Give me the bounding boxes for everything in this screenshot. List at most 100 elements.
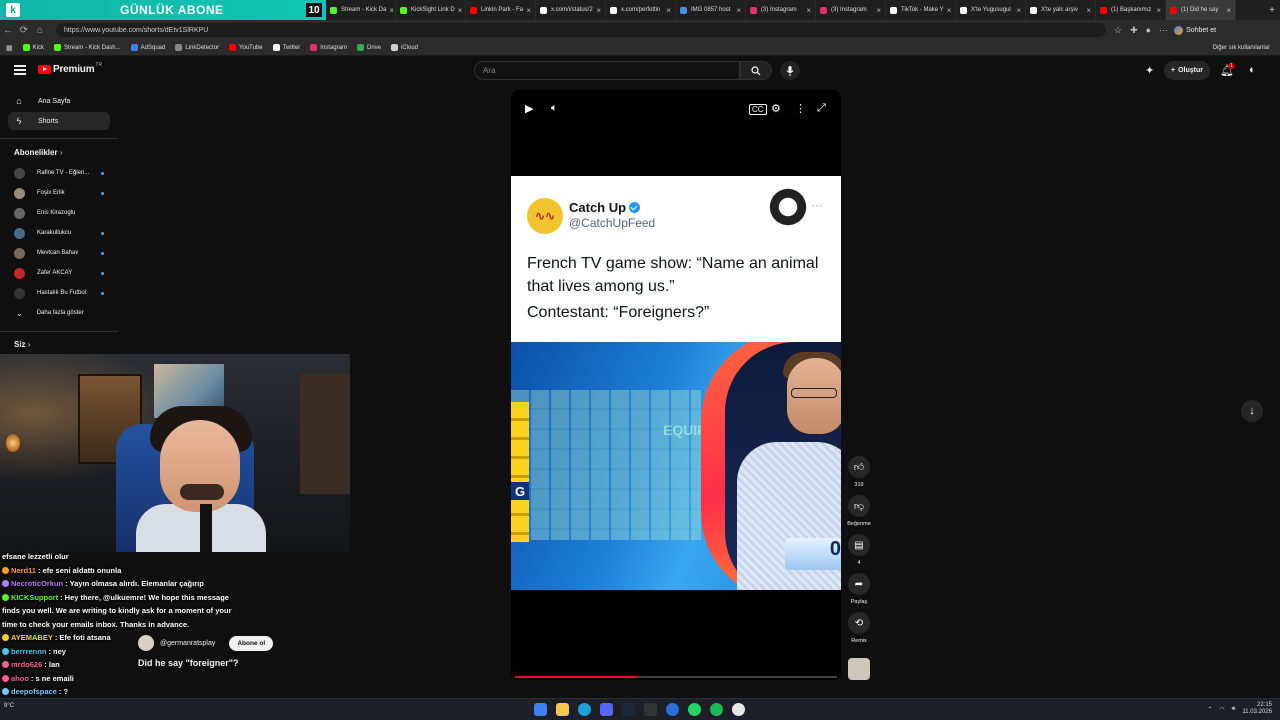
clock[interactable]: 22:15 11.03.2026 bbox=[1242, 702, 1272, 716]
sidebar-subscription[interactable]: Karakullukcu bbox=[8, 224, 110, 242]
create-button[interactable]: + Oluştur bbox=[1164, 61, 1210, 80]
browser-tab[interactable]: IMG 0857 host × bbox=[676, 0, 746, 20]
close-icon[interactable]: × bbox=[663, 6, 671, 15]
browser-tab[interactable]: KickSight Link D × bbox=[396, 0, 466, 20]
menu-icon[interactable] bbox=[14, 65, 26, 75]
show-more-button[interactable]: ⌄ Daha fazla göster bbox=[8, 304, 110, 322]
close-icon[interactable]: × bbox=[386, 6, 394, 15]
new-tab-button[interactable]: + bbox=[1264, 5, 1280, 16]
bookmark-item[interactable]: Kick bbox=[22, 44, 44, 51]
close-icon[interactable]: × bbox=[1083, 6, 1091, 15]
sidebar-subscription[interactable]: Foşix Erlik bbox=[8, 184, 110, 202]
remix-button[interactable]: ⟲ Remix bbox=[846, 612, 872, 644]
shorts-player[interactable]: ▶ 🔈︎ CC ⚙ ⋮ ⤢ ∿∿ Catch Up @CatchUpFeed ·… bbox=[511, 90, 841, 680]
profile-icon[interactable]: ● bbox=[1146, 25, 1151, 35]
chevron-up-icon[interactable]: ⌃ bbox=[1207, 706, 1212, 713]
subscriptions-title[interactable]: Abonelikler › bbox=[14, 148, 62, 157]
edge-icon[interactable] bbox=[578, 703, 591, 716]
start-icon[interactable] bbox=[534, 703, 547, 716]
browser-tab[interactable]: (1) Başkanımız × bbox=[1096, 0, 1166, 20]
close-icon[interactable]: × bbox=[1153, 6, 1161, 15]
short-title[interactable]: Did he say "foreigner"? bbox=[138, 658, 239, 668]
browser-tab[interactable]: x.com/i/status/2 × bbox=[536, 0, 606, 20]
settings-icon[interactable]: ⚙ bbox=[771, 102, 781, 115]
sidebar-item-shorts[interactable]: ϟ Shorts bbox=[8, 112, 110, 130]
extensions-icon[interactable]: ✚ bbox=[1130, 25, 1138, 36]
browser-tab[interactable]: X'te Yugusugul × bbox=[956, 0, 1026, 20]
bookmark-item[interactable]: Instagram bbox=[310, 44, 347, 51]
play-icon[interactable]: ▶ bbox=[525, 102, 533, 115]
dislike-button[interactable]: 👎︎ Beğenme bbox=[846, 495, 872, 527]
bookmark-item[interactable]: LinkDetector bbox=[175, 44, 219, 51]
more-vert-icon[interactable]: ⋮ bbox=[795, 102, 806, 115]
search-input[interactable]: Ara bbox=[474, 61, 740, 80]
close-icon[interactable]: × bbox=[1013, 6, 1021, 15]
reload-icon[interactable]: ⟳ bbox=[16, 25, 32, 36]
close-icon[interactable]: × bbox=[873, 6, 881, 15]
obs-icon[interactable] bbox=[732, 703, 745, 716]
star-icon[interactable]: ☆ bbox=[1114, 25, 1122, 36]
subscribe-button[interactable]: Abone ol bbox=[229, 635, 274, 651]
more-icon[interactable]: ⋯ bbox=[1159, 25, 1168, 36]
bookmark-item[interactable]: iCloud bbox=[391, 44, 418, 51]
home-icon[interactable]: ⌂ bbox=[32, 25, 48, 36]
youtube-logo[interactable]: Premium TR bbox=[38, 62, 102, 75]
bookmark-item[interactable]: YouTube bbox=[229, 44, 263, 51]
sidebar-subscription[interactable]: Enis Kirazoglu bbox=[8, 204, 110, 222]
arrow-down-icon[interactable]: ↓ bbox=[1241, 400, 1263, 422]
wifi-icon[interactable]: ◠ bbox=[1219, 706, 1224, 713]
close-icon[interactable]: × bbox=[523, 6, 531, 15]
bookmark-item[interactable]: AdSquad bbox=[130, 44, 165, 51]
sidebar-item-home[interactable]: ⌂ Ana Sayfa bbox=[8, 92, 110, 110]
browser-tab[interactable]: x.com/perfettin × bbox=[606, 0, 676, 20]
close-icon[interactable]: × bbox=[733, 6, 741, 15]
account-avatar[interactable]: ◐ bbox=[1249, 64, 1256, 76]
browser-tab[interactable]: TikTok - Make Y × bbox=[886, 0, 956, 20]
browser-tab[interactable]: X'te yalc arşiv × bbox=[1026, 0, 1096, 20]
other-bookmarks[interactable]: Diğer sık kullanılanlar bbox=[1213, 45, 1270, 51]
channel-name[interactable]: @germanratsplay bbox=[160, 640, 215, 647]
close-icon[interactable]: × bbox=[593, 6, 601, 15]
volume-icon[interactable]: 🔈︎ bbox=[551, 102, 558, 115]
close-icon[interactable]: × bbox=[455, 6, 463, 15]
discord-icon[interactable] bbox=[600, 703, 613, 716]
steam-icon[interactable] bbox=[622, 703, 635, 716]
sidebar-subscription[interactable]: Hastalık Bu Futbol bbox=[8, 284, 110, 302]
fullscreen-icon[interactable]: ⤢ bbox=[817, 102, 826, 115]
browser-tab[interactable]: (1) Did he say × bbox=[1166, 0, 1236, 20]
like-button[interactable]: 👍︎ 319 bbox=[846, 456, 872, 488]
bookmark-item[interactable]: Twitter bbox=[272, 44, 300, 51]
sidebar-subscription[interactable]: Zafer AKCAY bbox=[8, 264, 110, 282]
back-icon[interactable]: ← bbox=[0, 25, 16, 36]
app-icon[interactable] bbox=[666, 703, 679, 716]
voice-search-button[interactable] bbox=[780, 61, 800, 80]
browser-tab[interactable]: Linkin Park - Fa × bbox=[466, 0, 536, 20]
browser-tab[interactable]: (3) Instagram × bbox=[746, 0, 816, 20]
weather-widget[interactable]: 9°C bbox=[4, 703, 14, 716]
channel-avatar[interactable] bbox=[138, 635, 154, 651]
progress-bar[interactable] bbox=[515, 676, 837, 678]
share-button[interactable]: ➦ Paylaş bbox=[846, 573, 872, 605]
browser-tab[interactable]: Stream - Kick Da × bbox=[326, 0, 396, 20]
chat-button[interactable]: Sohbet et bbox=[1174, 25, 1216, 35]
sidebar-subscription[interactable]: Mevtcan Bahav bbox=[8, 244, 110, 262]
speaker-icon[interactable]: 🔊︎ bbox=[1232, 706, 1236, 713]
you-section-title[interactable]: Siz › bbox=[14, 340, 30, 349]
file-explorer-icon[interactable] bbox=[556, 703, 569, 716]
url-field[interactable]: https://www.youtube.com/shorts/dEtv1SlRK… bbox=[56, 23, 1106, 37]
close-icon[interactable]: × bbox=[1223, 6, 1231, 15]
bookmark-item[interactable]: Stream - Kick Dash... bbox=[53, 44, 121, 51]
whatsapp-icon[interactable] bbox=[688, 703, 701, 716]
cast-icon[interactable]: ✦ bbox=[1145, 64, 1154, 77]
apps-icon[interactable]: ▦ bbox=[6, 44, 13, 52]
search-button[interactable] bbox=[740, 61, 772, 80]
terminal-icon[interactable] bbox=[644, 703, 657, 716]
bookmark-item[interactable]: Drive bbox=[356, 44, 381, 51]
spotify-icon[interactable] bbox=[710, 703, 723, 716]
close-icon[interactable]: × bbox=[944, 6, 952, 15]
browser-tab[interactable]: (3) Instagram × bbox=[816, 0, 886, 20]
close-icon[interactable]: × bbox=[803, 6, 811, 15]
sidebar-subscription[interactable]: Rafine TV - Eğlen... bbox=[8, 164, 110, 182]
comments-button[interactable]: ▤ 4 bbox=[846, 534, 872, 566]
sound-thumbnail[interactable] bbox=[846, 658, 872, 680]
